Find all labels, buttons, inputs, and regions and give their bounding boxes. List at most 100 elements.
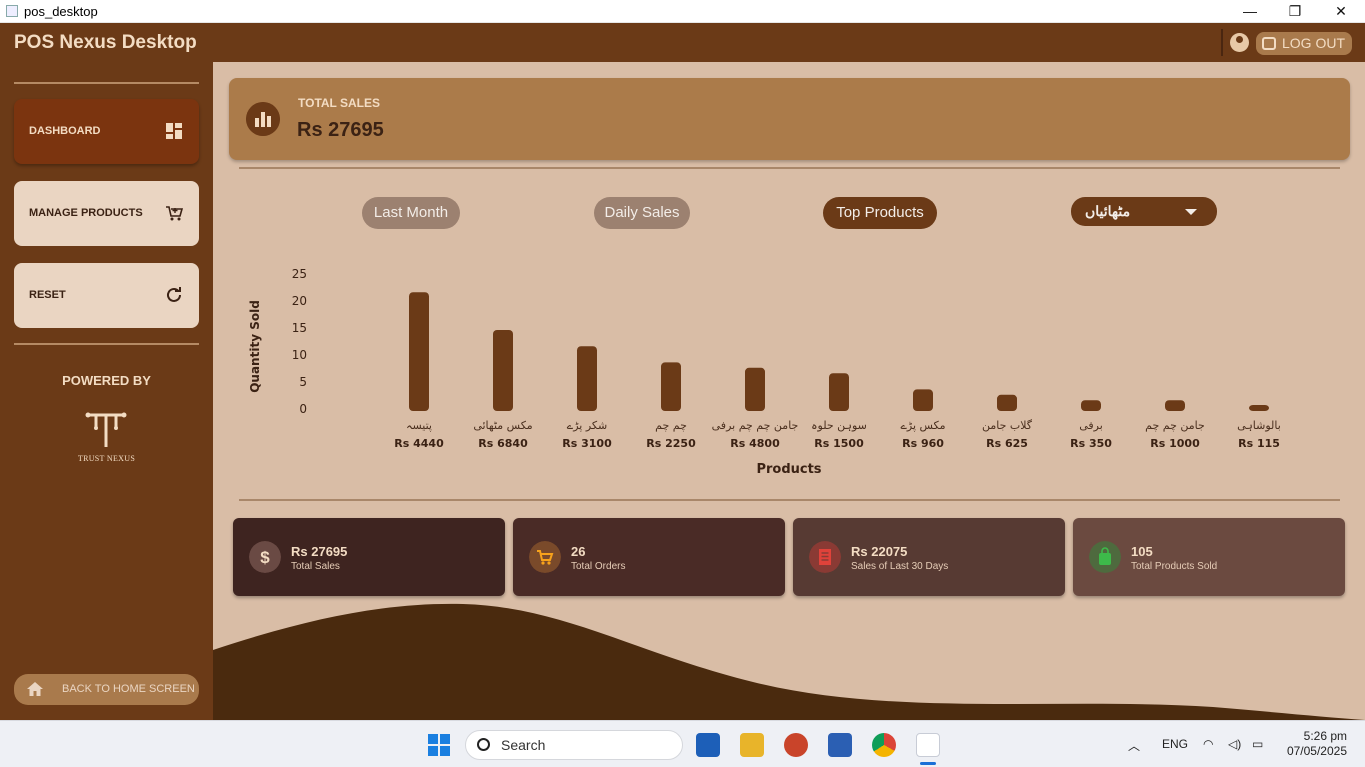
pos-app-icon[interactable] [916, 733, 940, 757]
word-icon[interactable] [828, 733, 852, 757]
chevron-up-icon[interactable]: ︿ [1128, 737, 1140, 754]
x-tick-label: شکر پڑے [567, 419, 607, 432]
stat-label: Total Orders [571, 561, 626, 572]
bag-icon [1089, 541, 1121, 573]
back-to-home-button[interactable]: BACK TO HOME SCREEN [14, 674, 199, 705]
section-divider [239, 499, 1340, 501]
sidebar-item-label: DASHBOARD [29, 125, 101, 137]
x-tick-label: مکس مٹھائی [473, 419, 532, 432]
decorative-wave [213, 603, 1365, 720]
app-icon [6, 5, 18, 17]
stat-value: 26 [571, 544, 586, 559]
store-app-icon[interactable] [696, 733, 720, 757]
sidebar-divider [14, 82, 199, 84]
x-tick-label: مکس پڑے [900, 419, 945, 432]
filter-daily-sales[interactable]: Daily Sales [594, 197, 690, 229]
stat-value: Rs 27695 [291, 544, 348, 559]
stat-label: Total Sales [291, 561, 340, 572]
home-icon [27, 682, 43, 696]
y-axis-label: Quantity Sold [248, 300, 262, 393]
sales-label: Rs 6840 [478, 437, 528, 450]
sidebar-divider [14, 343, 199, 345]
x-tick-label: برفی [1079, 419, 1103, 432]
y-tick-label: 20 [292, 294, 307, 308]
x-axis-label: Products [756, 462, 821, 477]
bar [1165, 400, 1185, 411]
bar [493, 330, 513, 411]
stat-label: Sales of Last 30 Days [851, 561, 949, 572]
sidebar-item-reset[interactable]: RESET [14, 263, 199, 328]
svg-text:$: $ [260, 548, 270, 567]
bar [577, 346, 597, 411]
x-tick-label: سوہن حلوہ [811, 419, 867, 432]
clock-date: 07/05/2025 [1286, 744, 1347, 758]
sales-label: Rs 350 [1070, 437, 1112, 450]
y-tick-label: 0 [299, 402, 307, 416]
search-placeholder: Search [501, 737, 546, 753]
dollar-icon: $ [249, 541, 281, 573]
sidebar-item-dashboard[interactable]: DASHBOARD [14, 99, 199, 164]
sales-label: Rs 625 [986, 437, 1028, 450]
x-tick-label: گلاب جامن [982, 419, 1033, 432]
stat-card: 26 Total Orders [513, 518, 785, 596]
sales-label: Rs 4800 [730, 437, 780, 450]
y-tick-label: 5 [299, 375, 307, 389]
clock-time: 5:26 pm [1303, 729, 1347, 743]
trust-nexus-logo [85, 412, 127, 447]
bar [1081, 400, 1101, 411]
search-icon [477, 738, 490, 751]
filter-top-products[interactable]: Top Products [823, 197, 937, 229]
bar-chart-icon [246, 102, 280, 136]
taskbar-clock[interactable]: 5:26 pm 07/05/2025 [1285, 729, 1347, 759]
chrome-icon[interactable] [872, 733, 896, 757]
brand-title: POS Nexus Desktop [14, 32, 197, 53]
bar [661, 362, 681, 411]
file-explorer-icon[interactable] [740, 733, 764, 757]
bar [745, 367, 765, 411]
powered-by-label: POWERED BY [62, 373, 151, 388]
stat-card: 105 Total Products Sold [1073, 518, 1345, 596]
filter-last-month[interactable]: Last Month [362, 197, 460, 229]
sales-label: Rs 4440 [394, 437, 444, 450]
powerpoint-icon[interactable] [784, 733, 808, 757]
active-app-indicator [920, 762, 936, 765]
logout-label: LOG OUT [1282, 35, 1346, 51]
x-tick-label: چم چم [655, 419, 687, 432]
logout-icon [1262, 37, 1276, 50]
account-icon[interactable] [1230, 33, 1249, 52]
language-indicator[interactable]: ENG [1162, 737, 1188, 751]
cart-icon [529, 541, 561, 573]
bar [829, 373, 849, 411]
x-tick-label: پتیسہ [406, 419, 432, 432]
sidebar: DASHBOARD MANAGE PRODUCTS RESET POWERED … [0, 62, 213, 720]
category-dropdown-value: مٹھائیاں [1085, 203, 1131, 219]
x-tick-label: جامن چم چم برفی [712, 419, 799, 432]
y-tick-label: 15 [292, 321, 307, 335]
total-sales-card: TOTAL SALES Rs 27695 [229, 78, 1350, 160]
y-tick-label: 10 [292, 348, 307, 362]
sales-label: Rs 3100 [562, 437, 612, 450]
volume-icon[interactable]: ◁) [1228, 737, 1241, 751]
total-sales-value: Rs 27695 [297, 119, 384, 141]
sales-label: Rs 2250 [646, 437, 696, 450]
sidebar-item-manage-products[interactable]: MANAGE PRODUCTS [14, 181, 199, 246]
logout-button[interactable]: LOG OUT [1256, 32, 1352, 55]
wifi-icon[interactable]: ◠ [1203, 737, 1213, 751]
total-sales-label: TOTAL SALES [298, 96, 381, 110]
close-button[interactable]: ✕ [1318, 0, 1364, 23]
cart-icon [166, 206, 183, 221]
windows-start-icon[interactable] [428, 734, 450, 756]
sales-label: Rs 960 [902, 437, 944, 450]
battery-icon[interactable]: ▭ [1252, 737, 1263, 751]
header-divider [1221, 29, 1223, 56]
category-dropdown[interactable]: مٹھائیاں [1071, 197, 1217, 226]
sales-label: Rs 1500 [814, 437, 864, 450]
minimize-button[interactable]: — [1227, 0, 1273, 23]
refresh-icon [167, 287, 181, 302]
sidebar-item-label: RESET [29, 289, 66, 301]
taskbar-search[interactable]: Search [465, 730, 683, 760]
stat-label: Total Products Sold [1131, 561, 1218, 572]
maximize-button[interactable]: ❐ [1272, 0, 1318, 23]
bar [409, 292, 429, 411]
x-tick-label: بالوشاہی [1237, 419, 1281, 432]
